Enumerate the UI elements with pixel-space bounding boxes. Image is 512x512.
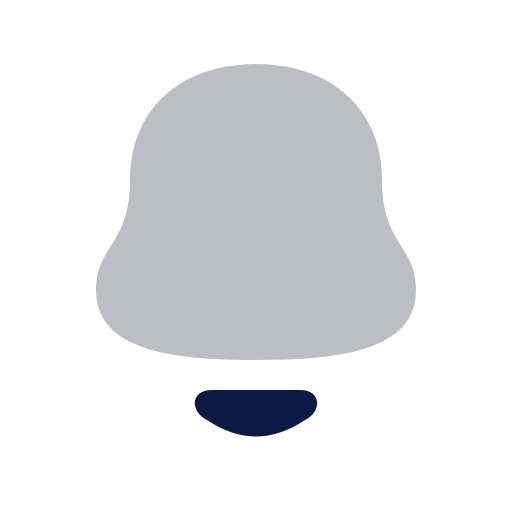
bell-icon-canvas: [0, 0, 512, 512]
bell-body: [96, 64, 416, 360]
bell-clapper: [194, 390, 318, 437]
bell-icon: [96, 64, 416, 437]
